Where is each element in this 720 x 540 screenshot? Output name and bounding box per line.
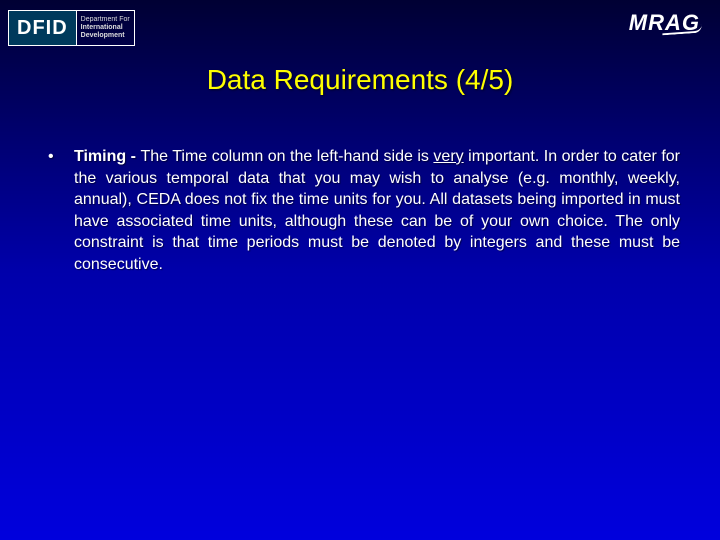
bullet-part2: important. In order to cater for the var… <box>74 148 680 273</box>
dfid-logo-abbrev: DFID <box>8 10 77 46</box>
header: DFID Department For International Develo… <box>0 0 720 46</box>
bullet-lead: Timing - <box>74 148 140 165</box>
bullet-list: Timing - The Time column on the left-han… <box>40 146 680 276</box>
bullet-part1: The Time column on the left-hand side is <box>140 148 433 165</box>
mrag-logo: MRAG <box>629 10 700 36</box>
slide-title: Data Requirements (4/5) <box>0 64 720 96</box>
dfid-logo: DFID Department For International Develo… <box>8 10 135 46</box>
dfid-line1: Department For <box>81 16 130 24</box>
content-area: Timing - The Time column on the left-han… <box>0 96 720 276</box>
dfid-line3: Development <box>81 32 130 40</box>
dfid-line2: International <box>81 24 130 32</box>
dfid-logo-text: Department For International Development <box>77 10 135 46</box>
bullet-timing: Timing - The Time column on the left-han… <box>40 146 680 276</box>
bullet-emph: very <box>433 148 463 165</box>
